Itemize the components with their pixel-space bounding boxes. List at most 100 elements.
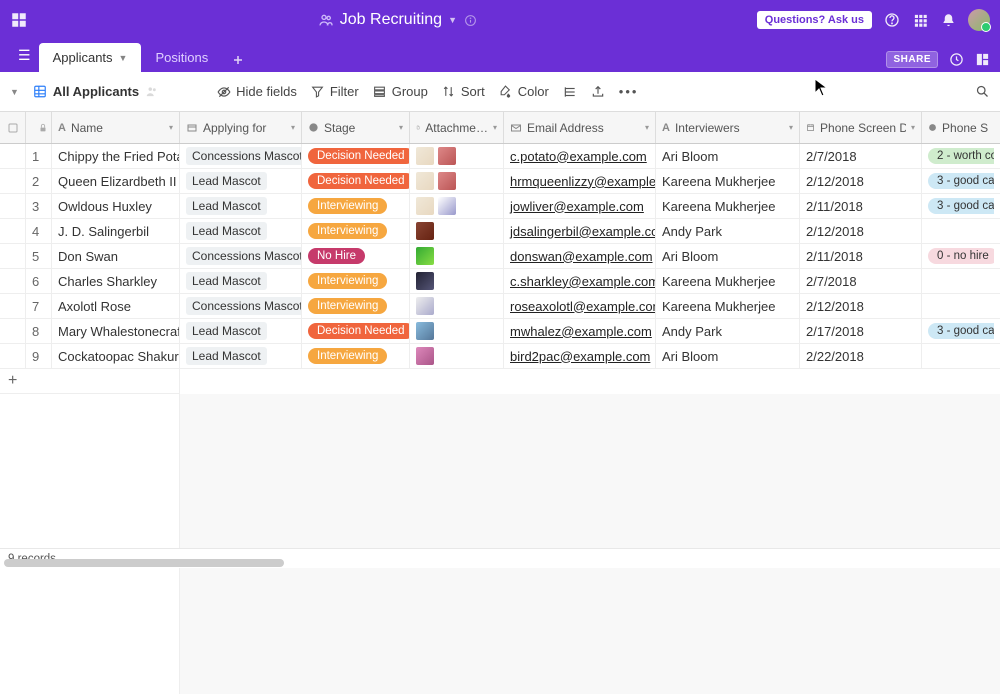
column-name[interactable]: AName▾ [52, 112, 180, 143]
cell-attachments[interactable] [410, 244, 504, 268]
chevron-down-icon[interactable]: ▾ [399, 123, 403, 132]
row-checkbox[interactable] [0, 144, 26, 168]
table-row[interactable]: 6 Charles Sharkley Lead Mascot Interview… [0, 269, 1000, 294]
info-icon[interactable] [463, 12, 479, 28]
email-link[interactable]: hrmqueenlizzy@example.c… [510, 174, 656, 189]
cell-name[interactable]: Charles Sharkley [52, 269, 180, 293]
row-checkbox[interactable] [0, 269, 26, 293]
chevron-down-icon[interactable]: ▼ [119, 53, 128, 63]
row-checkbox[interactable] [0, 219, 26, 243]
cell-date[interactable]: 2/11/2018 [800, 244, 922, 268]
table-row[interactable]: 3 Owldous Huxley Lead Mascot Interviewin… [0, 194, 1000, 219]
cell-score[interactable] [922, 294, 994, 318]
cell-attachments[interactable] [410, 269, 504, 293]
column-phone-screen-score[interactable]: Phone Scr [922, 112, 994, 143]
ask-us-button[interactable]: Questions? Ask us [757, 11, 872, 29]
cell-score[interactable] [922, 344, 994, 368]
attachment-thumbnail[interactable] [416, 297, 434, 315]
cell-attachments[interactable] [410, 344, 504, 368]
logo-icon[interactable] [10, 11, 40, 29]
column-interviewers[interactable]: AInterviewers▾ [656, 112, 800, 143]
cell-interviewers[interactable]: Andy Park [656, 219, 800, 243]
cell-email[interactable]: bird2pac@example.com [504, 344, 656, 368]
cell-email[interactable]: jdsalingerbil@example.com [504, 219, 656, 243]
table-row[interactable]: 7 Axolotl Rose Concessions Mascot Interv… [0, 294, 1000, 319]
cell-score[interactable]: 0 - no hire [922, 244, 994, 268]
cell-interviewers[interactable]: Kareena Mukherjee [656, 194, 800, 218]
chevron-down-icon[interactable]: ▾ [645, 123, 649, 132]
table-row[interactable]: 9 Cockatoopac Shakur Lead Mascot Intervi… [0, 344, 1000, 369]
table-row[interactable]: 4 J. D. Salingerbil Lead Mascot Intervie… [0, 219, 1000, 244]
chevron-down-icon[interactable]: ▾ [169, 123, 173, 132]
cell-applying[interactable]: Concessions Mascot [180, 244, 302, 268]
cell-date[interactable]: 2/17/2018 [800, 319, 922, 343]
cell-applying[interactable]: Lead Mascot [180, 269, 302, 293]
row-checkbox[interactable] [0, 294, 26, 318]
cell-attachments[interactable] [410, 194, 504, 218]
sort-button[interactable]: Sort [442, 84, 485, 99]
attachment-thumbnail[interactable] [416, 347, 434, 365]
history-icon[interactable] [948, 52, 964, 68]
cell-stage[interactable]: Interviewing [302, 219, 410, 243]
attachment-thumbnail[interactable] [416, 222, 434, 240]
tab-applicants[interactable]: Applicants▼ [39, 43, 142, 72]
select-all-checkbox[interactable] [0, 112, 26, 143]
cell-name[interactable]: J. D. Salingerbil [52, 219, 180, 243]
table-row[interactable]: 2 Queen Elizardbeth II Lead Mascot Decis… [0, 169, 1000, 194]
cell-name[interactable]: Queen Elizardbeth II [52, 169, 180, 193]
chevron-down-icon[interactable]: ▾ [291, 123, 295, 132]
cell-applying[interactable]: Lead Mascot [180, 344, 302, 368]
email-link[interactable]: roseaxolotl@example.com [510, 299, 656, 314]
cell-score[interactable]: 3 - good ca [922, 194, 994, 218]
attachment-thumbnail[interactable] [416, 172, 434, 190]
cell-name[interactable]: Cockatoopac Shakur [52, 344, 180, 368]
attachment-thumbnail[interactable] [416, 272, 434, 290]
row-checkbox[interactable] [0, 244, 26, 268]
cell-email[interactable]: donswan@example.com [504, 244, 656, 268]
attachment-thumbnail[interactable] [416, 197, 434, 215]
cell-stage[interactable]: Interviewing [302, 294, 410, 318]
cell-score[interactable]: 2 - worth co [922, 144, 994, 168]
row-height-button[interactable] [563, 85, 577, 99]
cell-stage[interactable]: No Hire [302, 244, 410, 268]
more-button[interactable]: ••• [619, 84, 639, 99]
cell-name[interactable]: Mary Whalestonecraft [52, 319, 180, 343]
cell-stage[interactable]: Decision Needed [302, 169, 410, 193]
column-phone-screen-date[interactable]: Phone Screen Date▾ [800, 112, 922, 143]
cell-stage[interactable]: Decision Needed [302, 319, 410, 343]
cell-applying[interactable]: Lead Mascot [180, 194, 302, 218]
group-button[interactable]: Group [373, 84, 428, 99]
cell-email[interactable]: jowliver@example.com [504, 194, 656, 218]
cell-attachments[interactable] [410, 169, 504, 193]
cell-score[interactable] [922, 269, 994, 293]
avatar[interactable] [968, 9, 990, 31]
cell-date[interactable]: 2/12/2018 [800, 169, 922, 193]
cell-applying[interactable]: Lead Mascot [180, 319, 302, 343]
chevron-down-icon[interactable]: ▼ [448, 15, 457, 25]
table-row[interactable]: 8 Mary Whalestonecraft Lead Mascot Decis… [0, 319, 1000, 344]
filter-button[interactable]: Filter [311, 84, 359, 99]
attachment-thumbnail[interactable] [416, 247, 434, 265]
cell-score[interactable]: 3 - good ca [922, 319, 994, 343]
cell-applying[interactable]: Lead Mascot [180, 219, 302, 243]
cell-score[interactable] [922, 219, 994, 243]
cell-applying[interactable]: Concessions Mascot [180, 144, 302, 168]
cell-email[interactable]: c.sharkley@example.com [504, 269, 656, 293]
cell-email[interactable]: hrmqueenlizzy@example.c… [504, 169, 656, 193]
column-attachments[interactable]: Attachme…▾ [410, 112, 504, 143]
attachment-thumbnail[interactable] [438, 147, 456, 165]
attachment-thumbnail[interactable] [438, 197, 456, 215]
email-link[interactable]: c.potato@example.com [510, 149, 647, 164]
email-link[interactable]: donswan@example.com [510, 249, 653, 264]
attachment-thumbnail[interactable] [416, 147, 434, 165]
menu-icon[interactable]: ☰ [10, 47, 39, 72]
base-title[interactable]: Job Recruiting [340, 11, 442, 29]
cell-stage[interactable]: Interviewing [302, 194, 410, 218]
cell-interviewers[interactable]: Andy Park [656, 319, 800, 343]
cell-date[interactable]: 2/12/2018 [800, 294, 922, 318]
column-stage[interactable]: Stage▾ [302, 112, 410, 143]
share-button[interactable]: SHARE [886, 51, 938, 68]
cell-attachments[interactable] [410, 294, 504, 318]
cell-name[interactable]: Axolotl Rose [52, 294, 180, 318]
cell-name[interactable]: Don Swan [52, 244, 180, 268]
